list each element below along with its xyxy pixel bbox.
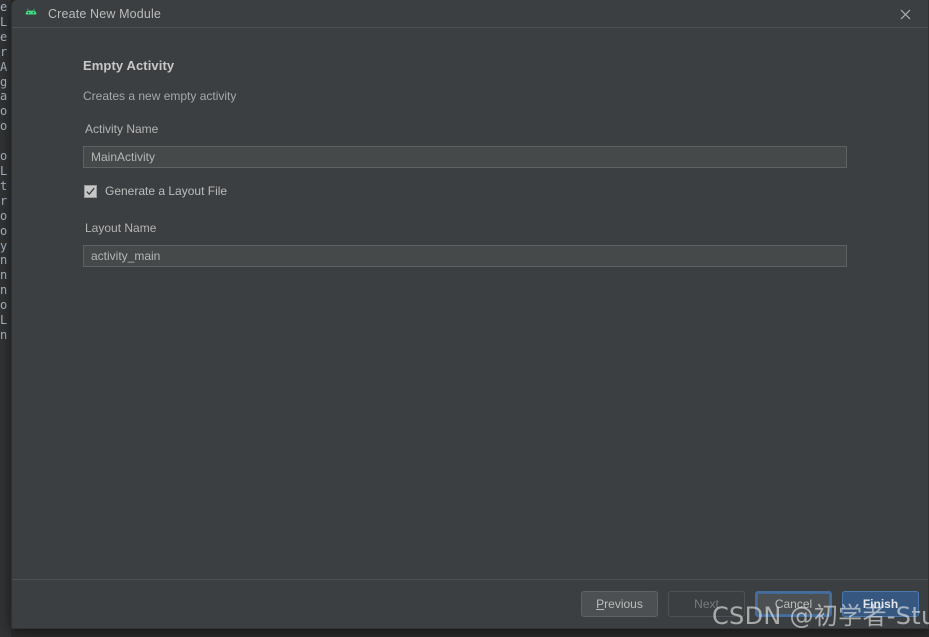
next-button-label: Next [694, 597, 719, 611]
dialog-footer: Previous Next Cancel Finish [12, 579, 928, 628]
page-title: Empty Activity [83, 58, 175, 73]
previous-button-label-rest: revious [604, 597, 643, 611]
android-robot-icon [23, 6, 39, 22]
screen: e L e r A g a o o o L t r o o y n n n o … [0, 0, 929, 637]
cancel-button[interactable]: Cancel [755, 591, 832, 617]
generate-layout-file-label: Generate a Layout File [105, 184, 228, 198]
finish-button[interactable]: Finish [842, 591, 919, 617]
generate-layout-file-checkbox-row[interactable]: Generate a Layout File [84, 184, 227, 198]
activity-name-label: Activity Name [85, 122, 159, 136]
create-new-module-dialog: Create New Module Empty Activity Creates… [11, 0, 929, 629]
generate-layout-file-checkbox[interactable] [84, 184, 97, 198]
activity-name-input[interactable] [83, 146, 847, 168]
layout-name-input[interactable] [83, 245, 847, 267]
cancel-button-label: Cancel [774, 597, 813, 611]
page-description: Creates a new empty activity [83, 89, 237, 103]
layout-name-label: Layout Name [85, 221, 157, 235]
previous-button[interactable]: Previous [581, 591, 658, 617]
finish-button-label: Finish [862, 597, 899, 611]
dialog-title: Create New Module [48, 6, 162, 21]
dialog-titlebar: Create New Module [12, 0, 928, 28]
close-icon[interactable] [883, 0, 928, 28]
dialog-body: Empty Activity Creates a new empty activ… [12, 28, 928, 579]
next-button[interactable]: Next [668, 591, 745, 617]
previous-button-mnemonic: P [596, 597, 605, 611]
